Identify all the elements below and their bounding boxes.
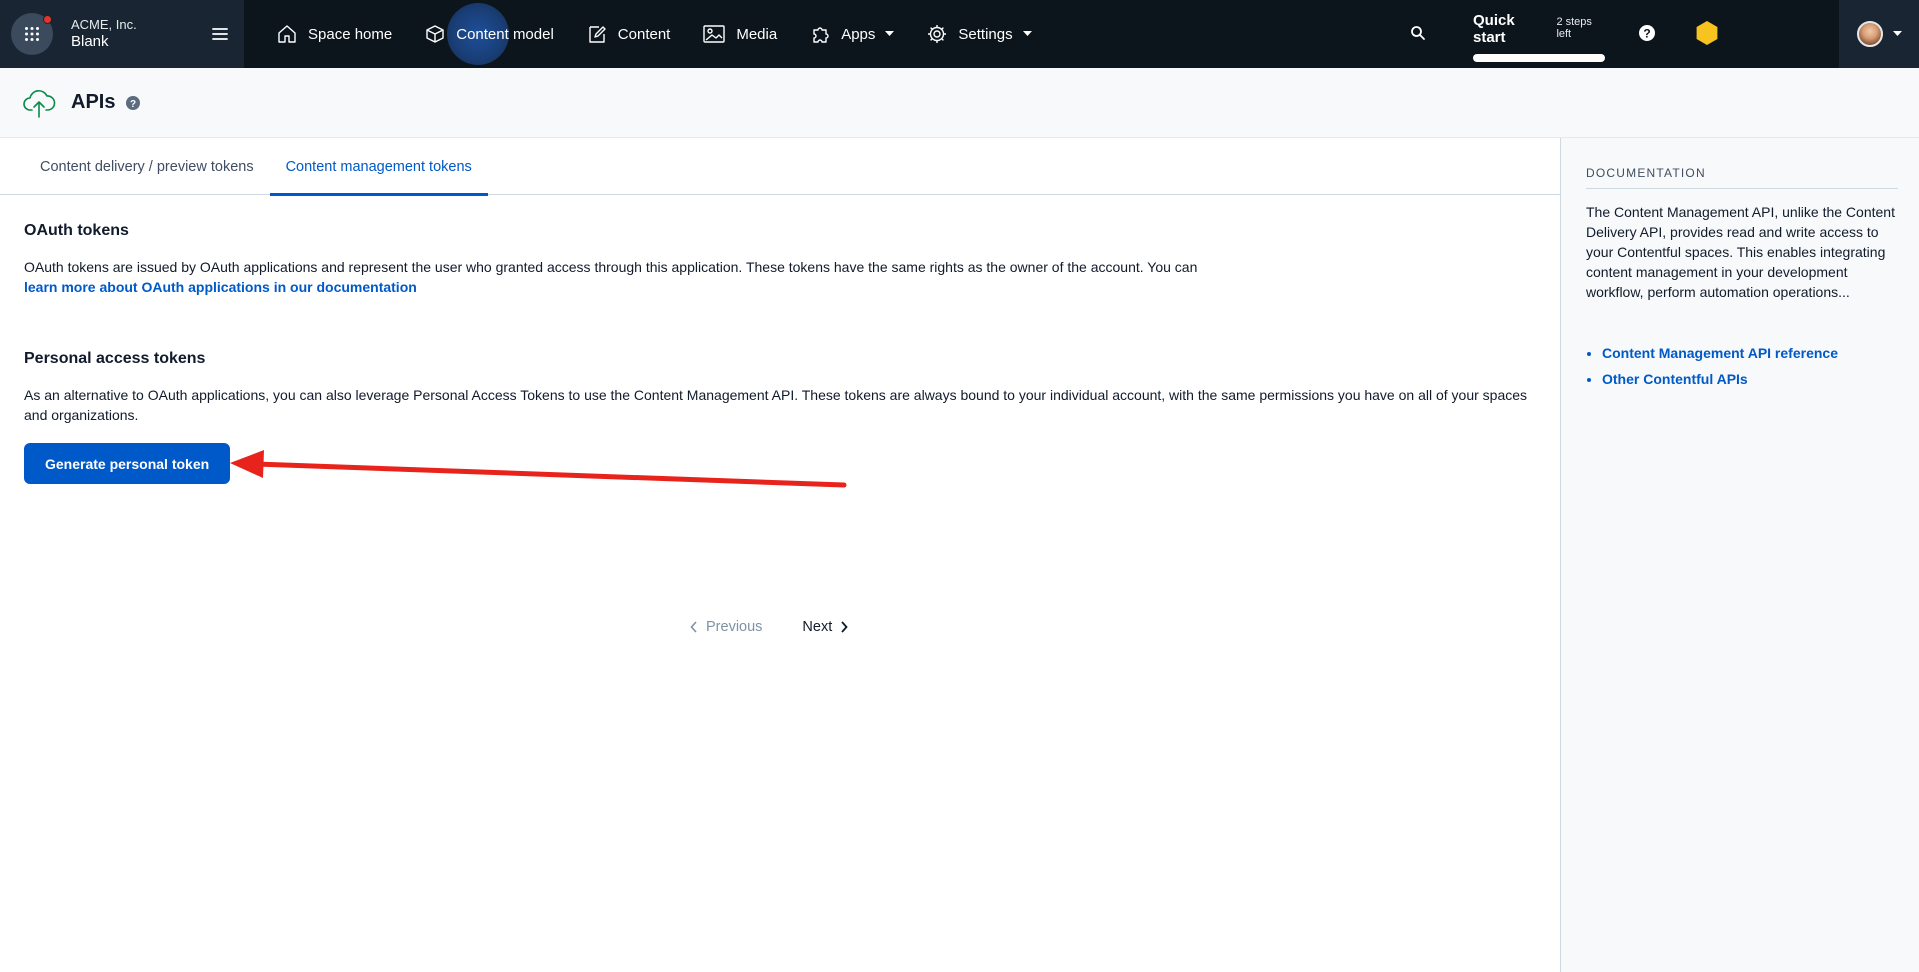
- next-page-button[interactable]: Next: [802, 619, 848, 635]
- nav-label: Content: [617, 25, 671, 43]
- caret-down-icon: [885, 31, 895, 36]
- nav-apps[interactable]: Apps: [809, 0, 895, 68]
- cube-icon: [426, 25, 444, 43]
- nav-label: Content model: [456, 25, 554, 43]
- puzzle-icon: [813, 27, 829, 43]
- list-item: Other Contentful APIs: [1602, 366, 1902, 392]
- user-menu[interactable]: [1839, 0, 1919, 68]
- search-icon[interactable]: [1407, 22, 1429, 44]
- gear-icon: [928, 25, 947, 43]
- pagination: Previous Next: [690, 619, 848, 635]
- help-icon[interactable]: ?: [125, 95, 141, 111]
- nav-media[interactable]: Media: [702, 0, 777, 68]
- tab-content-delivery-tokens[interactable]: Content delivery / preview tokens: [24, 138, 270, 195]
- oauth-tokens-heading: OAuth tokens: [24, 222, 129, 239]
- personal-access-tokens-heading: Personal access tokens: [24, 350, 206, 367]
- nav-label: Settings: [958, 25, 1013, 43]
- generate-personal-token-button[interactable]: Generate personal token: [24, 443, 231, 484]
- image-icon: [703, 25, 726, 43]
- cloud-upload-icon: [23, 89, 56, 118]
- list-item: Content Management API reference: [1602, 340, 1902, 366]
- svg-text:?: ?: [1643, 27, 1650, 41]
- chevron-left-icon: [690, 621, 697, 633]
- previous-page-button[interactable]: Previous: [690, 619, 762, 635]
- nav-label: Apps: [841, 25, 876, 43]
- token-tabs: Content delivery / preview tokens Conten…: [0, 138, 1560, 196]
- tab-content-management-tokens[interactable]: Content management tokens: [269, 138, 488, 196]
- chevron-right-icon: [841, 621, 848, 633]
- quick-start-title: Quick start: [1473, 12, 1515, 46]
- previous-label: Previous: [706, 619, 763, 635]
- nav-settings[interactable]: Settings: [926, 0, 1032, 68]
- avatar: [1856, 21, 1883, 47]
- notification-dot: [43, 15, 52, 24]
- cma-reference-link[interactable]: Content Management API reference: [1602, 345, 1838, 361]
- environment-name: Blank: [71, 32, 109, 50]
- documentation-text: The Content Management API, unlike the C…: [1586, 204, 1895, 300]
- nav-space-home[interactable]: Space home: [276, 0, 392, 68]
- caret-down-icon: [1022, 31, 1032, 36]
- quick-start-subtitle: 2 steps left: [1556, 16, 1592, 40]
- grid-icon: [25, 27, 39, 41]
- nav-label: Space home: [308, 25, 393, 43]
- quick-start-widget[interactable]: Quick start 2 steps left: [1473, 12, 1609, 62]
- app-launcher-button[interactable]: [11, 13, 53, 55]
- help-icon[interactable]: ?: [1637, 23, 1657, 43]
- documentation-heading: DOCUMENTATION: [1586, 166, 1898, 189]
- menu-icon[interactable]: [210, 24, 230, 44]
- org-name: ACME, Inc.: [71, 16, 137, 32]
- quick-start-progress-bar: [1473, 54, 1605, 62]
- oauth-description-text: OAuth tokens are issued by OAuth applica…: [24, 259, 1198, 275]
- nav-label: Media: [736, 25, 778, 43]
- documentation-sidebar: DOCUMENTATION The Content Management API…: [1560, 138, 1919, 972]
- org-switcher[interactable]: ACME, Inc. Blank: [0, 0, 244, 68]
- top-navigation-bar: ACME, Inc. Blank Space home Content mode…: [0, 0, 1919, 68]
- other-apis-link[interactable]: Other Contentful APIs: [1602, 371, 1748, 387]
- caret-down-icon: [1892, 31, 1902, 36]
- nav-content-model[interactable]: Content model: [424, 0, 554, 68]
- svg-text:?: ?: [130, 98, 136, 109]
- nav-content[interactable]: Content: [586, 0, 671, 68]
- page-header: APIs ?: [0, 68, 1919, 138]
- main-nav: Space home Content model Content Media A…: [276, 0, 1064, 68]
- personal-access-tokens-description: As an alternative to OAuth applications,…: [24, 387, 1528, 423]
- home-icon: [278, 25, 296, 43]
- oauth-docs-link[interactable]: learn more about OAuth applications in o…: [24, 279, 417, 295]
- next-label: Next: [802, 619, 833, 635]
- annotation-arrow: [230, 450, 847, 488]
- documentation-links: Content Management API reference Other C…: [1602, 340, 1902, 392]
- hexagon-icon[interactable]: [1694, 20, 1720, 46]
- edit-icon: [589, 26, 606, 43]
- page-title: APIs: [71, 91, 116, 113]
- oauth-description: OAuth tokens are issued by OAuth applica…: [24, 257, 1544, 297]
